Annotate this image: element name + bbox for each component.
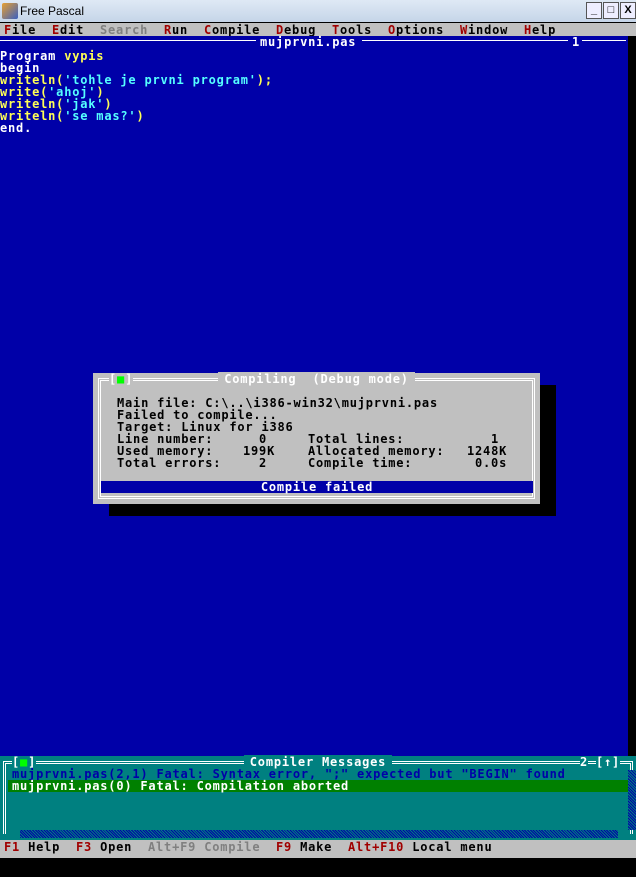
compile-result-bar: Compile failed xyxy=(101,481,533,493)
menu-item-search[interactable]: Search xyxy=(100,23,148,37)
messages-zoom-button[interactable]: [↑] xyxy=(596,756,621,768)
menu-hotkey: O xyxy=(388,23,397,37)
menu-hotkey: E xyxy=(52,23,61,37)
menu-hotkey: R xyxy=(164,23,173,37)
code-token: ); xyxy=(256,73,273,87)
menu-label: elp xyxy=(532,23,557,37)
menu-item-help[interactable]: Help xyxy=(524,23,556,37)
app-icon xyxy=(2,3,18,19)
menu-label: ompile xyxy=(212,23,261,37)
compiling-dialog: Compiling (Debug mode) [■] Main file: C:… xyxy=(93,372,540,504)
window-title: Free Pascal xyxy=(20,4,85,18)
vertical-scrollbar[interactable] xyxy=(628,770,636,830)
status-key: F3 xyxy=(76,840,93,854)
compile-time-label: Compile time: xyxy=(308,456,413,470)
status-item-make[interactable]: F9 Make xyxy=(276,840,332,854)
compile-time-value: 0.0s xyxy=(475,456,508,470)
message-item-selected[interactable]: mujprvni.pas(0) Fatal: Compilation abort… xyxy=(8,780,628,792)
horizontal-scrollbar[interactable] xyxy=(20,830,618,838)
status-label: Help xyxy=(28,840,61,854)
code-token: 'se mas?' xyxy=(64,109,137,123)
total-errors-label: Total errors: xyxy=(117,456,222,470)
menu-item-edit[interactable]: Edit xyxy=(52,23,84,37)
status-key: F9 xyxy=(276,840,293,854)
status-key: F1 xyxy=(4,840,21,854)
menu-item-run[interactable]: Run xyxy=(164,23,188,37)
menu-label: ptions xyxy=(396,23,445,37)
status-bar: F1 Help F3 Open Alt+F9 Compile F9 Make Alt+F… xyxy=(0,840,636,858)
menu-item-options[interactable]: Options xyxy=(388,23,444,37)
menu-hotkey: H xyxy=(524,23,533,37)
frame-line xyxy=(582,40,626,41)
total-errors-value: 2 xyxy=(259,456,268,470)
minimize-button[interactable]: _ xyxy=(586,2,602,19)
menu-label: Search xyxy=(100,23,149,37)
menu-hotkey: F xyxy=(4,23,13,37)
status-label: Compile xyxy=(204,840,261,854)
status-key: Alt+F9 xyxy=(148,840,197,854)
status-item-compile[interactable]: Alt+F9 Compile xyxy=(148,840,260,854)
editor-filename: mujprvni.pas xyxy=(260,35,357,49)
menu-item-compile[interactable]: Compile xyxy=(204,23,260,37)
menu-label: ile xyxy=(12,23,37,37)
status-label: Open xyxy=(100,840,133,854)
menu-label: un xyxy=(172,23,189,37)
code-token: vypis xyxy=(64,49,105,63)
editor-window-number: 1 xyxy=(572,35,581,49)
status-item-open[interactable]: F3 Open xyxy=(76,840,132,854)
menu-hotkey: C xyxy=(204,23,213,37)
menu-item-file[interactable]: File xyxy=(4,23,36,37)
messages-window-number: 2 xyxy=(580,755,589,769)
status-label: Local menu xyxy=(412,840,493,854)
frame-line xyxy=(362,40,568,41)
status-key: Alt+F10 xyxy=(348,840,405,854)
menu-hotkey: W xyxy=(460,23,469,37)
dialog-close-button[interactable]: [■] xyxy=(109,373,134,385)
maximize-button[interactable]: □ xyxy=(603,2,619,19)
compiler-messages-window[interactable]: Compiler Messages [■] 2 [↑] mujprvni.pas… xyxy=(0,755,636,840)
dialog-title: Compiling (Debug mode) xyxy=(218,372,415,386)
code-line: end. xyxy=(0,122,32,134)
status-item-local-menu[interactable]: Alt+F10 Local menu xyxy=(348,840,492,854)
code-token: ) xyxy=(136,109,145,123)
close-button[interactable]: X xyxy=(620,2,636,19)
menu-label: dit xyxy=(60,23,85,37)
frame-line xyxy=(0,40,256,41)
status-label: Make xyxy=(300,840,333,854)
menu-label: indow xyxy=(468,23,509,37)
title-bar: Free Pascal _ □ X xyxy=(0,0,636,22)
menu-item-window[interactable]: Window xyxy=(460,23,508,37)
status-item-help[interactable]: F1 Help xyxy=(4,840,60,854)
code-token: end. xyxy=(0,121,33,135)
